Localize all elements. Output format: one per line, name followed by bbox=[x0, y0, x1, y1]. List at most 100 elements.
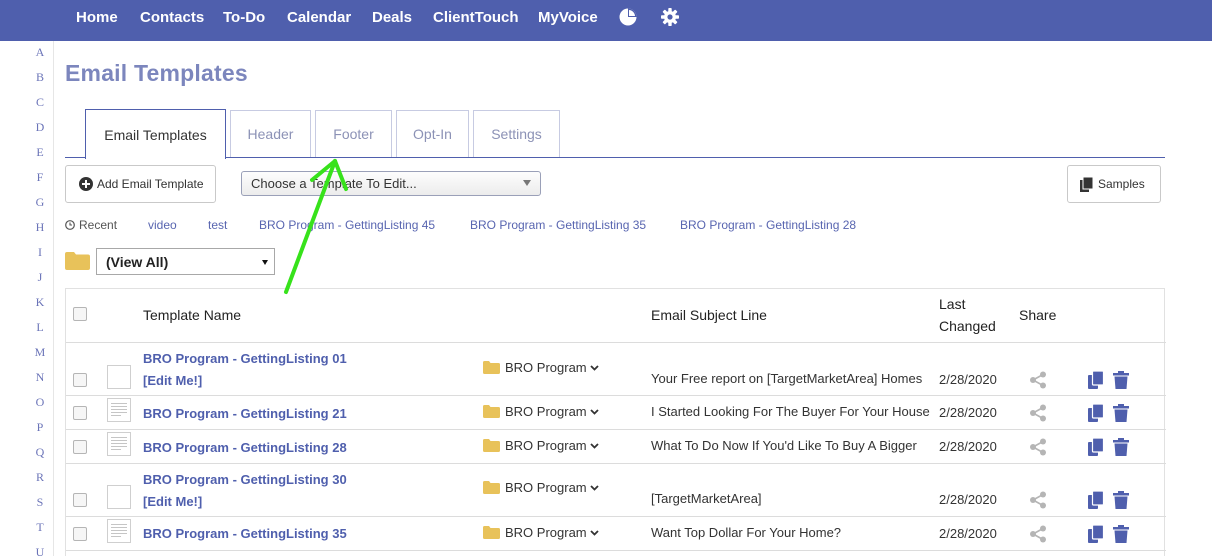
add-email-template-label: Add Email Template bbox=[97, 177, 204, 191]
thumbnail-line bbox=[111, 409, 127, 410]
tab-email-templates[interactable]: Email Templates bbox=[85, 109, 226, 159]
folder-dropdown[interactable]: BRO Program bbox=[483, 525, 599, 540]
folder-filter-select[interactable]: (View All) bbox=[96, 248, 275, 275]
thumbnail-line bbox=[111, 440, 127, 441]
pie-chart-icon[interactable] bbox=[618, 7, 638, 27]
nav-contacts[interactable]: Contacts bbox=[140, 9, 204, 26]
alphabet-index: ABCDEFGHIJKLMNOPQRSTU bbox=[26, 41, 54, 556]
alpha-letter-r[interactable]: R bbox=[26, 470, 54, 485]
nav-deals[interactable]: Deals bbox=[372, 9, 412, 26]
tab-header[interactable]: Header bbox=[230, 110, 311, 157]
recent-link-video[interactable]: video bbox=[148, 218, 177, 232]
table-row[interactable]: BRO Program - GettingListing 35 BRO Progr… bbox=[66, 516, 1166, 550]
select-all-checkbox[interactable] bbox=[73, 307, 87, 321]
share-icon[interactable] bbox=[1029, 491, 1047, 514]
email-subject: Your Free report on [TargetMarketArea] H… bbox=[651, 371, 923, 386]
template-name-link[interactable]: BRO Program - GettingListing 01 bbox=[143, 351, 347, 366]
template-name-link[interactable]: BRO Program - GettingListing 35 bbox=[143, 526, 347, 541]
clock-icon bbox=[65, 220, 75, 230]
alpha-letter-t[interactable]: T bbox=[26, 520, 54, 535]
edit-me-link[interactable]: [Edit Me!] bbox=[143, 373, 202, 388]
alpha-letter-s[interactable]: S bbox=[26, 495, 54, 510]
trash-icon[interactable] bbox=[1113, 371, 1129, 394]
edit-me-link[interactable]: [Edit Me!] bbox=[143, 494, 202, 509]
trash-icon[interactable] bbox=[1113, 404, 1129, 427]
alpha-letter-d[interactable]: D bbox=[26, 120, 54, 135]
row-checkbox[interactable] bbox=[73, 440, 87, 454]
choose-template-placeholder: Choose a Template To Edit... bbox=[251, 176, 417, 191]
trash-icon[interactable] bbox=[1113, 491, 1129, 514]
copy-icon[interactable] bbox=[1088, 403, 1105, 427]
table-row[interactable]: BRO Program - GettingListing 30 [Edit Me!… bbox=[66, 463, 1166, 516]
template-name-link[interactable]: BRO Program - GettingListing 28 bbox=[143, 440, 347, 455]
choose-template-select[interactable]: Choose a Template To Edit... bbox=[241, 171, 541, 196]
tab-opt-in[interactable]: Opt-In bbox=[396, 110, 469, 157]
folder-dropdown[interactable]: BRO Program bbox=[483, 438, 599, 453]
header-last-changed-line1: Last bbox=[939, 296, 966, 312]
template-thumbnail[interactable] bbox=[107, 432, 131, 456]
nav-myvoice[interactable]: MyVoice bbox=[538, 9, 598, 26]
copy-icon[interactable] bbox=[1088, 524, 1105, 548]
nav-todo[interactable]: To-Do bbox=[223, 9, 265, 26]
folder-dropdown[interactable]: BRO Program bbox=[483, 480, 599, 495]
template-thumbnail[interactable] bbox=[107, 365, 131, 389]
alpha-letter-m[interactable]: M bbox=[26, 345, 54, 360]
samples-button[interactable]: Samples bbox=[1067, 165, 1161, 203]
alpha-letter-c[interactable]: C bbox=[26, 95, 54, 110]
recent-link-28[interactable]: BRO Program - GettingListing 28 bbox=[680, 218, 856, 232]
row-checkbox[interactable] bbox=[73, 406, 87, 420]
alpha-letter-q[interactable]: Q bbox=[26, 445, 54, 460]
share-icon[interactable] bbox=[1029, 371, 1047, 394]
table-row[interactable]: BRO Program - GettingListing 21 BRO Progr… bbox=[66, 395, 1166, 429]
row-checkbox[interactable] bbox=[73, 527, 87, 541]
copy-icon[interactable] bbox=[1088, 490, 1105, 514]
template-name-link[interactable]: BRO Program - GettingListing 30 bbox=[143, 472, 347, 487]
recent-link-35[interactable]: BRO Program - GettingListing 35 bbox=[470, 218, 646, 232]
gear-icon[interactable] bbox=[660, 7, 680, 27]
template-thumbnail[interactable] bbox=[107, 519, 131, 543]
folder-dropdown[interactable]: BRO Program bbox=[483, 360, 599, 375]
alpha-letter-e[interactable]: E bbox=[26, 145, 54, 160]
nav-calendar[interactable]: Calendar bbox=[287, 9, 351, 26]
share-icon[interactable] bbox=[1029, 404, 1047, 427]
nav-clienttouch[interactable]: ClientTouch bbox=[433, 9, 519, 26]
table-row[interactable]: BRO Program - GettingListing 28 BRO Progr… bbox=[66, 429, 1166, 463]
alpha-letter-k[interactable]: K bbox=[26, 295, 54, 310]
alpha-letter-g[interactable]: G bbox=[26, 195, 54, 210]
folder-filter-value: (View All) bbox=[106, 253, 169, 270]
alpha-letter-i[interactable]: I bbox=[26, 245, 54, 260]
template-thumbnail[interactable] bbox=[107, 485, 131, 509]
folder-dropdown[interactable]: BRO Program bbox=[483, 404, 599, 419]
row-checkbox[interactable] bbox=[73, 493, 87, 507]
alpha-letter-p[interactable]: P bbox=[26, 420, 54, 435]
recent-link-45[interactable]: BRO Program - GettingListing 45 bbox=[259, 218, 435, 232]
copy-icon[interactable] bbox=[1088, 437, 1105, 461]
table-row[interactable]: BRO Program - GettingListing 01 [Edit Me!… bbox=[66, 343, 1166, 395]
row-checkbox[interactable] bbox=[73, 373, 87, 387]
trash-icon[interactable] bbox=[1113, 525, 1129, 548]
alpha-letter-u[interactable]: U bbox=[26, 545, 54, 556]
share-icon[interactable] bbox=[1029, 525, 1047, 548]
template-thumbnail[interactable] bbox=[107, 398, 131, 422]
alpha-letter-j[interactable]: J bbox=[26, 270, 54, 285]
trash-icon[interactable] bbox=[1113, 438, 1129, 461]
copy-icon[interactable] bbox=[1088, 370, 1105, 394]
alpha-letter-n[interactable]: N bbox=[26, 370, 54, 385]
chevron-down-icon bbox=[590, 484, 599, 491]
alpha-letter-l[interactable]: L bbox=[26, 320, 54, 335]
tab-footer[interactable]: Footer bbox=[315, 110, 392, 157]
alpha-letter-h[interactable]: H bbox=[26, 220, 54, 235]
nav-home[interactable]: Home bbox=[76, 9, 118, 26]
template-name-link[interactable]: BRO Program - GettingListing 21 bbox=[143, 406, 347, 421]
tab-settings[interactable]: Settings bbox=[473, 110, 560, 157]
alpha-letter-b[interactable]: B bbox=[26, 70, 54, 85]
share-icon[interactable] bbox=[1029, 438, 1047, 461]
alpha-letter-f[interactable]: F bbox=[26, 170, 54, 185]
thumbnail-line bbox=[111, 412, 127, 413]
thumbnail-line bbox=[111, 449, 121, 450]
recent-link-test[interactable]: test bbox=[208, 218, 227, 232]
folder-icon bbox=[483, 405, 500, 418]
alpha-letter-a[interactable]: A bbox=[26, 45, 54, 60]
alpha-letter-o[interactable]: O bbox=[26, 395, 54, 410]
add-email-template-button[interactable]: Add Email Template bbox=[65, 165, 216, 203]
